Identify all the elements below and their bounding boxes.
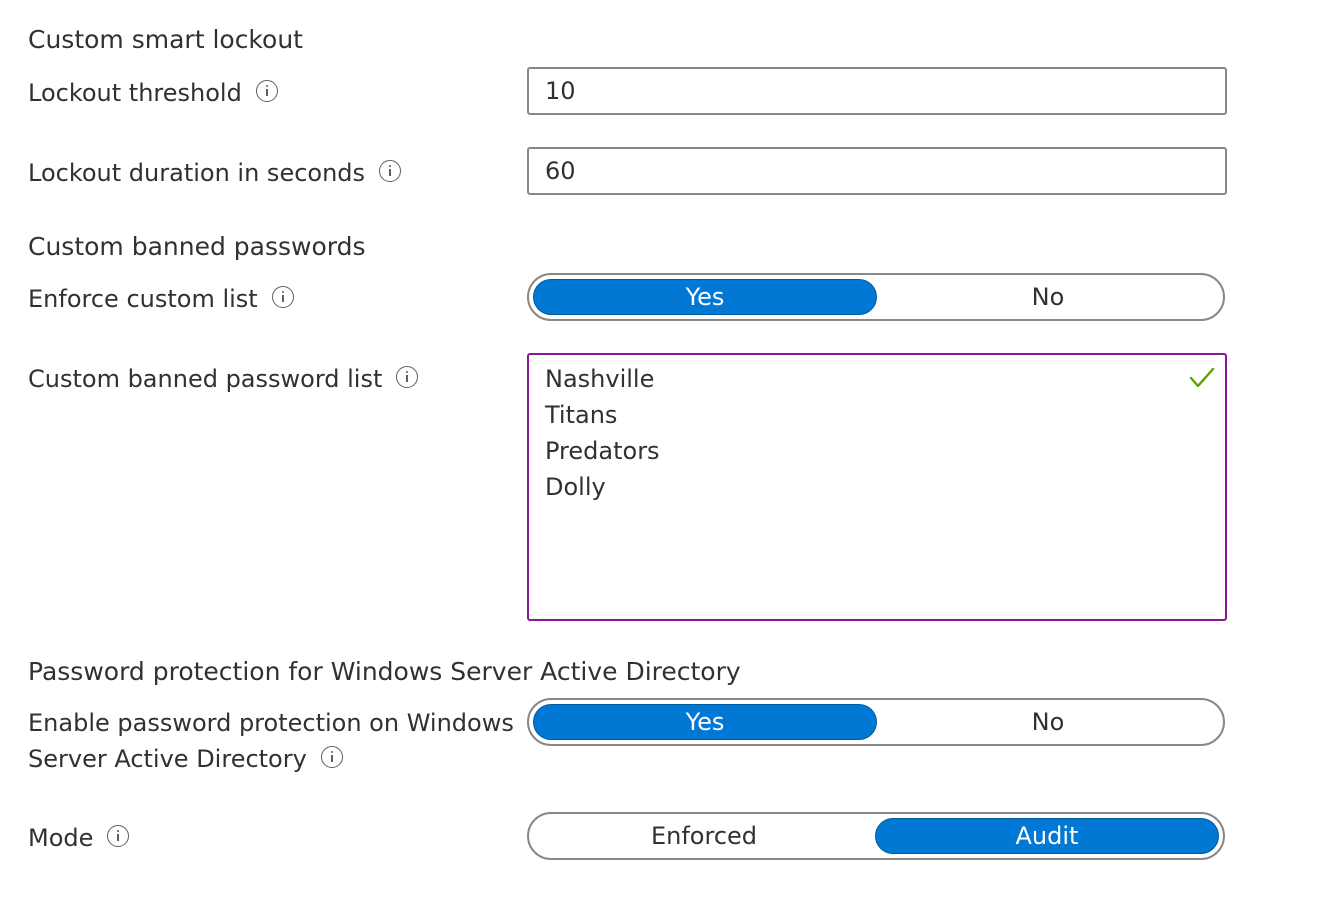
enforce-yes-option[interactable]: Yes <box>533 279 877 315</box>
enable-ad-protection-label-line2-row: Server Active Directory <box>28 741 514 777</box>
list-item: Titans <box>545 397 1209 433</box>
enable-ad-protection-toggle[interactable]: Yes No <box>527 698 1225 746</box>
mode-enforced-option[interactable]: Enforced <box>533 818 875 854</box>
smart-lockout-heading: Custom smart lockout <box>28 24 303 56</box>
list-item: Predators <box>545 433 1209 469</box>
lockout-threshold-label-row: Lockout threshold <box>28 75 278 111</box>
info-icon[interactable] <box>256 80 278 102</box>
enable-ad-protection-label-row: Enable password protection on Windows Se… <box>28 705 514 777</box>
enable-ad-protection-label-line1: Enable password protection on Windows <box>28 705 514 741</box>
mode-audit-option[interactable]: Audit <box>875 818 1219 854</box>
lockout-threshold-input[interactable] <box>527 67 1227 115</box>
enforce-custom-list-label: Enforce custom list <box>28 285 258 313</box>
enable-yes-option[interactable]: Yes <box>533 704 877 740</box>
checkmark-icon <box>1189 365 1215 391</box>
lockout-duration-label: Lockout duration in seconds <box>28 159 365 187</box>
info-icon[interactable] <box>321 746 343 768</box>
enable-no-option[interactable]: No <box>877 704 1219 740</box>
info-icon[interactable] <box>396 366 418 388</box>
ad-protection-heading: Password protection for Windows Server A… <box>28 656 741 688</box>
info-icon[interactable] <box>272 286 294 308</box>
banned-password-list-label: Custom banned password list <box>28 365 382 393</box>
enforce-custom-list-label-row: Enforce custom list <box>28 281 294 317</box>
lockout-threshold-label: Lockout threshold <box>28 79 242 107</box>
info-icon[interactable] <box>379 160 401 182</box>
lockout-duration-input[interactable] <box>527 147 1227 195</box>
enforce-custom-list-toggle[interactable]: Yes No <box>527 273 1225 321</box>
banned-password-list-textarea[interactable]: Nashville Titans Predators Dolly <box>527 353 1227 621</box>
lockout-duration-label-row: Lockout duration in seconds <box>28 155 401 191</box>
banned-password-list-label-row: Custom banned password list <box>28 361 418 397</box>
info-icon[interactable] <box>107 825 129 847</box>
mode-toggle[interactable]: Enforced Audit <box>527 812 1225 860</box>
mode-label: Mode <box>28 824 93 852</box>
mode-label-row: Mode <box>28 820 129 856</box>
enable-ad-protection-label-line2: Server Active Directory <box>28 745 307 773</box>
banned-passwords-heading: Custom banned passwords <box>28 231 366 263</box>
list-item: Nashville <box>545 361 1209 397</box>
list-item: Dolly <box>545 469 1209 505</box>
enforce-no-option[interactable]: No <box>877 279 1219 315</box>
